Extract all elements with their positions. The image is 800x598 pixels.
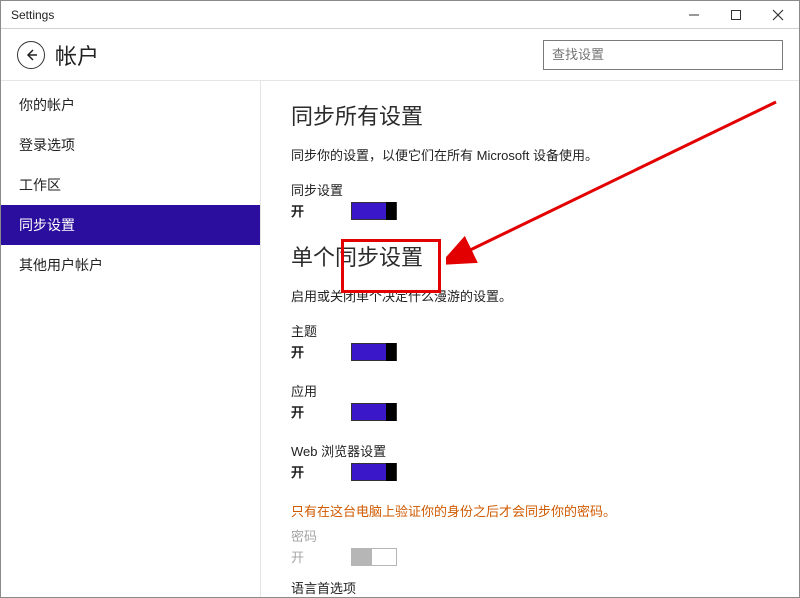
setting-label: 密码: [291, 526, 769, 545]
titlebar: Settings: [1, 1, 799, 29]
setting-label: Web 浏览器设置: [291, 441, 769, 460]
setting-theme: 主题 开: [291, 321, 769, 361]
sidebar: 你的帐户 登录选项 工作区 同步设置 其他用户帐户: [1, 81, 261, 597]
toggle-web-browser[interactable]: [351, 463, 397, 481]
setting-state: 开: [291, 342, 331, 361]
setting-language: 语言首选项: [291, 578, 769, 597]
header: 帐户: [1, 29, 799, 81]
section-title-individual: 单个同步设置: [291, 240, 769, 272]
setting-label: 同步设置: [291, 180, 769, 199]
maximize-button[interactable]: [715, 1, 757, 29]
setting-state: 开: [291, 402, 331, 421]
setting-label: 语言首选项: [291, 578, 769, 597]
minimize-button[interactable]: [673, 1, 715, 29]
setting-web-browser: Web 浏览器设置 开: [291, 441, 769, 481]
setting-state: 开: [291, 462, 331, 481]
setting-label: 主题: [291, 321, 769, 340]
password-sync-warning: 只有在这台电脑上验证你的身份之后才会同步你的密码。: [291, 501, 769, 520]
page-title: 帐户: [55, 39, 99, 71]
setting-state: 开: [291, 547, 331, 566]
toggle-theme[interactable]: [351, 343, 397, 361]
setting-password: 密码 开: [291, 526, 769, 566]
toggle-apps[interactable]: [351, 403, 397, 421]
setting-apps: 应用 开: [291, 381, 769, 421]
search-input[interactable]: [543, 40, 783, 70]
close-button[interactable]: [757, 1, 799, 29]
window-title: Settings: [1, 8, 54, 22]
toggle-sync-settings[interactable]: [351, 202, 397, 220]
setting-state: 开: [291, 201, 331, 220]
toggle-password: [351, 548, 397, 566]
sidebar-item-other-users[interactable]: 其他用户帐户: [1, 245, 260, 285]
section-title-sync-all: 同步所有设置: [291, 99, 769, 131]
sidebar-item-workplace[interactable]: 工作区: [1, 165, 260, 205]
setting-label: 应用: [291, 381, 769, 400]
sidebar-item-label: 同步设置: [19, 215, 75, 235]
content-area: 同步所有设置 同步你的设置，以便它们在所有 Microsoft 设备使用。 同步…: [261, 81, 799, 597]
sidebar-item-sync-settings[interactable]: 同步设置: [1, 205, 260, 245]
sidebar-item-your-account[interactable]: 你的帐户: [1, 85, 260, 125]
section-desc-individual: 启用或关闭单个决定什么漫游的设置。: [291, 286, 769, 305]
sidebar-item-signin-options[interactable]: 登录选项: [1, 125, 260, 165]
section-desc-sync-all: 同步你的设置，以便它们在所有 Microsoft 设备使用。: [291, 145, 769, 164]
setting-sync-settings: 同步设置 开: [291, 180, 769, 220]
sidebar-item-label: 登录选项: [19, 135, 75, 155]
back-button[interactable]: [17, 41, 45, 69]
sidebar-item-label: 其他用户帐户: [19, 255, 103, 275]
sidebar-item-label: 你的帐户: [19, 95, 75, 115]
sidebar-item-label: 工作区: [19, 175, 61, 195]
